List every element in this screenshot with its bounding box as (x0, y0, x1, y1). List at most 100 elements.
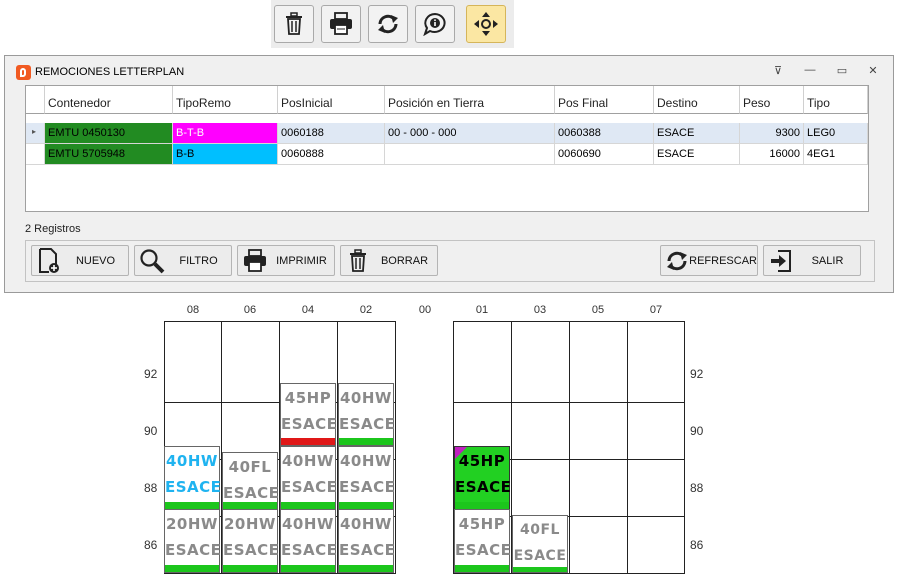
imprimir-button[interactable]: IMPRIMIR (237, 245, 335, 276)
row-indicator[interactable]: ▸ (26, 123, 45, 144)
row-indicator[interactable] (26, 144, 45, 165)
row-label: 88 (144, 481, 158, 495)
container-type: 20HW (224, 515, 276, 533)
removals-grid: Contenedor TipoRemo PosInicial Posición … (25, 85, 869, 212)
print-icon (330, 12, 352, 35)
container-block[interactable]: 45HP ESACE (280, 383, 338, 446)
column-label: 07 (649, 304, 663, 316)
container-destination: ESACE (223, 541, 280, 559)
salir-button[interactable]: SALIR (763, 245, 861, 276)
filtro-button[interactable]: FILTRO (134, 245, 232, 276)
table-cell[interactable]: 16000 (740, 144, 804, 165)
container-type: 40FL (520, 522, 560, 538)
status-bar (339, 565, 393, 572)
row-label: 90 (690, 424, 704, 438)
row-indicator-header (26, 86, 45, 114)
column-header[interactable]: Contenedor (45, 86, 173, 114)
container-block[interactable]: 40HW ESACE (338, 509, 395, 573)
container-block[interactable]: 40FL ESACE (512, 515, 568, 573)
container-destination: ESACE (455, 541, 512, 559)
filtro-label: FILTRO (179, 254, 218, 267)
container-type: 40HW (282, 452, 334, 470)
container-block[interactable]: 45HP ESACE (454, 509, 512, 573)
container-block[interactable]: 40HW ESACE (338, 383, 396, 446)
column-label: 00 (418, 304, 432, 316)
row-label: 86 (690, 538, 704, 552)
table-cell[interactable]: 0060388 (555, 123, 654, 144)
column-header[interactable]: TipoRemo (173, 86, 278, 114)
nuevo-button[interactable]: NUEVO (31, 245, 129, 276)
container-destination: ESACE (339, 415, 396, 433)
container-destination: ESACE (513, 548, 567, 564)
column-header[interactable]: PosInicial (278, 86, 385, 114)
status-bar (223, 502, 277, 509)
container-type: 40HW (166, 452, 218, 470)
borrar-button[interactable]: BORRAR (340, 245, 438, 276)
top-toolbar (271, 0, 514, 48)
close-icon[interactable]: ✕ (865, 64, 881, 77)
column-header[interactable]: Pos Final (555, 86, 654, 114)
container-block[interactable]: 40HW ESACE (164, 446, 222, 510)
container-type: 40HW (340, 389, 392, 407)
container-block[interactable]: 20HW ESACE (222, 509, 280, 573)
maximize-icon[interactable]: ▭ (834, 64, 850, 77)
trash-button[interactable] (274, 5, 314, 43)
record-count: 2 Registros (25, 223, 81, 235)
table-cell[interactable]: LEG0 (804, 123, 868, 144)
container-destination: ESACE (281, 415, 338, 433)
print-icon (241, 247, 269, 275)
table-cell[interactable]: 0060888 (278, 144, 385, 165)
status-bar (223, 565, 277, 572)
container-block[interactable]: 40HW ESACE (280, 509, 337, 573)
grid-line (453, 402, 685, 403)
print-button[interactable] (321, 5, 361, 43)
window-pin-icon[interactable]: ⊽ (770, 64, 786, 77)
container-block[interactable]: 20HW ESACE (164, 509, 221, 573)
table-cell[interactable]: 9300 (740, 123, 804, 144)
status-bar (339, 438, 393, 445)
column-header[interactable]: Tipo (804, 86, 868, 114)
refrescar-label: REFRESCAR (689, 254, 757, 267)
new-document-icon (35, 247, 63, 275)
refrescar-button[interactable]: REFRESCAR (660, 245, 758, 276)
container-block[interactable]: 40FL ESACE (222, 452, 279, 510)
move-button[interactable] (466, 5, 506, 43)
window-title: REMOCIONES LETTERPLAN (35, 66, 185, 78)
trash-icon (286, 12, 302, 35)
table-cell-contenedor[interactable]: EMTU 5705948 (45, 144, 173, 165)
info-chat-icon (423, 12, 446, 36)
selection-corner-icon (455, 447, 467, 459)
table-cell-tiporemo[interactable]: B-T-B (173, 123, 278, 144)
refresh-button[interactable] (368, 5, 408, 43)
table-cell[interactable]: 00 - 000 - 000 (385, 123, 555, 144)
table-cell[interactable]: ESACE (654, 123, 740, 144)
table-cell-contenedor[interactable]: EMTU 0450130 (45, 123, 173, 144)
status-bar (165, 502, 219, 509)
column-label: 06 (243, 304, 257, 316)
column-header[interactable]: Posición en Tierra (385, 86, 555, 114)
borrar-label: BORRAR (380, 254, 429, 267)
container-destination: ESACE (165, 478, 222, 496)
table-cell[interactable]: ESACE (654, 144, 740, 165)
container-block-selected[interactable]: 45HP ESACE (454, 446, 511, 510)
row-label: 86 (144, 538, 158, 552)
column-label: 02 (359, 304, 373, 316)
container-type: 40HW (340, 452, 392, 470)
container-block[interactable]: 40HW ESACE (280, 446, 337, 510)
column-header[interactable]: Destino (654, 86, 740, 114)
column-header[interactable]: Peso (740, 86, 804, 114)
container-block[interactable]: 40HW ESACE (338, 446, 395, 510)
trash-icon (344, 247, 372, 275)
minimize-icon[interactable]: — (802, 64, 818, 76)
refresh-icon (664, 247, 689, 275)
move-icon (474, 12, 498, 36)
table-cell-tiporemo[interactable]: B-B (173, 144, 278, 165)
status-bar (513, 567, 567, 572)
imprimir-label: IMPRIMIR (276, 254, 327, 267)
column-label: 04 (301, 304, 315, 316)
table-cell[interactable] (385, 144, 555, 165)
table-cell[interactable]: 0060690 (555, 144, 654, 165)
table-cell[interactable]: 4EG1 (804, 144, 868, 165)
table-cell[interactable]: 0060188 (278, 123, 385, 144)
info-button[interactable] (415, 5, 455, 43)
